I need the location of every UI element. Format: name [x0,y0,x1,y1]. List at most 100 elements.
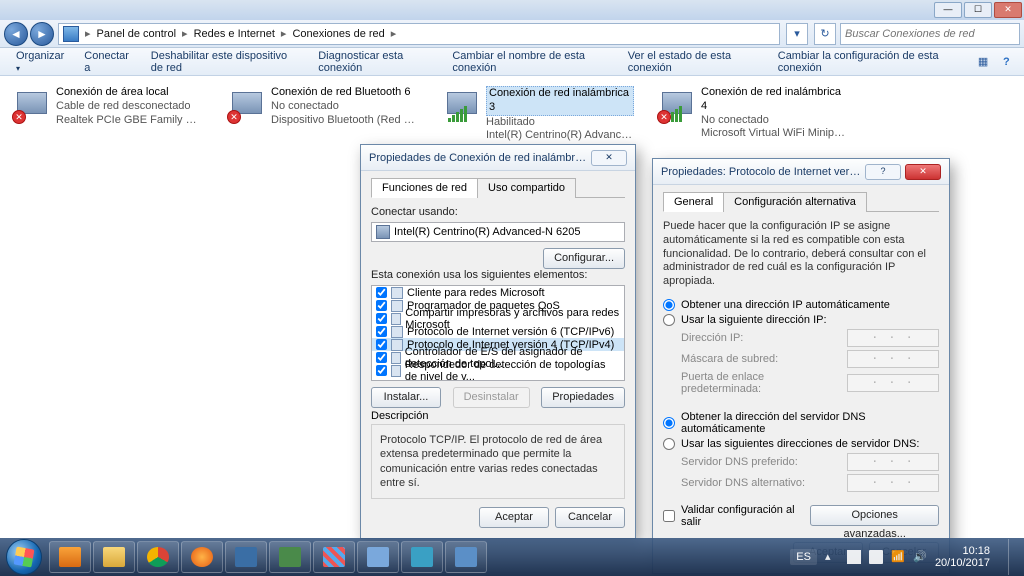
component-list[interactable]: Cliente para redes MicrosoftProgramador … [371,285,625,381]
cmd-organize[interactable]: Organizar [8,46,72,78]
component-icon [391,365,401,377]
adapter-item[interactable]: Conexión de red inalámbrica 3HabilitadoI… [444,86,629,143]
adapter-status: No conectado [271,100,419,114]
action-center-icon[interactable] [869,550,883,564]
tab-functions[interactable]: Funciones de red [371,178,478,198]
cmd-config[interactable]: Cambiar la configuración de esta conexió… [770,46,966,78]
component-label: Respondedor de detección de topologías d… [405,359,620,382]
checkbox-validate-on-exit[interactable]: Validar configuración al salir [663,504,810,528]
component-item[interactable]: Cliente para redes Microsoft [372,286,624,299]
show-desktop-button[interactable] [1008,539,1018,575]
component-icon [391,352,401,364]
ipv4-help-button[interactable]: ? [865,164,901,180]
input-dns-preferred: . . . [847,453,939,471]
component-checkbox[interactable] [376,365,387,376]
component-checkbox[interactable] [376,313,387,324]
adapter-device: Intel(R) Centrino(R) Advanced-N ... [486,129,634,143]
radio-dns-auto[interactable]: Obtener la dirección del servidor DNS au… [663,411,939,435]
network-icon[interactable]: 📶 [891,550,905,564]
taskbar-media-player[interactable] [49,541,91,573]
taskbar-explorer[interactable] [93,541,135,573]
search-input[interactable] [840,23,1020,45]
clock[interactable]: 10:1820/10/2017 [935,545,994,569]
close-button[interactable]: ✕ [994,2,1022,18]
taskbar-app-6[interactable] [445,541,487,573]
cmd-status[interactable]: Ver el estado de esta conexión [620,46,766,78]
install-button[interactable]: Instalar... [371,387,441,408]
label-gateway: Puerta de enlace predeterminada: [681,371,847,395]
history-dropdown-button[interactable]: ▾ [786,23,808,45]
accept-button[interactable]: Aceptar [479,507,549,528]
address-bar: ◄ ► ▸ Panel de control ▸ Redes e Interne… [0,20,1024,48]
dialog-close-button[interactable]: ✕ [591,150,627,166]
uses-label: Esta conexión usa los siguientes element… [371,269,625,281]
radio-ip-manual[interactable]: Usar la siguiente dirección IP: [663,314,939,326]
adapter-device: Microsoft Virtual WiFi Miniport A... [701,127,849,141]
nav-back-button[interactable]: ◄ [4,22,28,46]
start-button[interactable] [6,539,42,575]
tab-sharing[interactable]: Uso compartido [477,178,576,198]
configure-button[interactable]: Configurar... [543,248,625,269]
cmd-connect[interactable]: Conectar a [76,46,139,78]
maximize-button[interactable]: ☐ [964,2,992,18]
crumb-root[interactable]: Panel de control [93,28,181,40]
adapter-item[interactable]: ✕Conexión de red Bluetooth 6No conectado… [229,86,414,143]
adapter-name-field: Intel(R) Centrino(R) Advanced-N 6205 [371,222,625,242]
tab-alt-config[interactable]: Configuración alternativa [723,192,867,212]
adapter-status: No conectado [701,114,849,128]
taskbar-app-1[interactable] [225,541,267,573]
minimize-button[interactable]: — [934,2,962,18]
component-item[interactable]: Compartir impresoras y archivos para red… [372,312,624,325]
ipv4-intro: Puede hacer que la configuración IP se a… [663,220,939,289]
crumb-mid[interactable]: Redes e Internet [190,28,279,40]
nav-forward-button[interactable]: ► [30,22,54,46]
input-gateway: . . . [847,374,939,392]
breadcrumb[interactable]: ▸ Panel de control ▸ Redes e Internet ▸ … [58,23,780,45]
adapter-name: Conexión de red inalámbrica 3 [486,86,634,116]
advanced-options-button[interactable]: Opciones avanzadas... [810,505,939,526]
component-checkbox[interactable] [376,287,387,298]
adapter-device: Realtek PCIe GBE Family Controller [56,114,204,128]
input-ip-address: . . . [847,329,939,347]
adapter-item[interactable]: ✕Conexión de red inalámbrica 4No conecta… [659,86,844,143]
component-icon [391,287,403,299]
refresh-button[interactable]: ↻ [814,23,836,45]
component-checkbox[interactable] [376,352,387,363]
volume-icon[interactable]: 🔊 [913,550,927,564]
crumb-leaf[interactable]: Conexiones de red [288,28,388,40]
language-indicator[interactable]: ES [790,549,817,565]
taskbar-app-2[interactable] [269,541,311,573]
wifi-adapter-icon [444,86,480,122]
ethernet-adapter-icon: ✕ [229,86,265,122]
location-icon [63,26,79,42]
taskbar-app-5[interactable] [401,541,443,573]
radio-ip-auto[interactable]: Obtener una dirección IP automáticamente [663,299,939,311]
taskbar-firefox[interactable] [181,541,223,573]
adapter-item[interactable]: ✕Conexión de área localCable de red desc… [14,86,199,143]
help-icon[interactable]: ? [997,52,1016,72]
taskbar-app-4[interactable] [357,541,399,573]
ipv4-close-button[interactable]: ✕ [905,164,941,180]
cmd-diagnose[interactable]: Diagnosticar esta conexión [310,46,440,78]
tab-general[interactable]: General [663,192,724,212]
component-checkbox[interactable] [376,339,387,350]
properties-button[interactable]: Propiedades [541,387,625,408]
component-item[interactable]: Protocolo de Internet versión 6 (TCP/IPv… [372,325,624,338]
component-checkbox[interactable] [376,326,387,337]
description-label: Descripción [371,410,625,422]
adapter-device: Dispositivo Bluetooth (Red de áre... [271,114,419,128]
flag-icon[interactable] [847,550,861,564]
uninstall-button: Desinstalar [453,387,530,408]
adapter-name: Conexión de área local [56,86,204,100]
view-icon[interactable]: ▦ [973,52,992,72]
cancel-button[interactable]: Cancelar [555,507,625,528]
cmd-rename[interactable]: Cambiar el nombre de esta conexión [444,46,615,78]
cmd-disable[interactable]: Deshabilitar este dispositivo de red [143,46,306,78]
component-item[interactable]: Respondedor de detección de topologías d… [372,364,624,377]
component-checkbox[interactable] [376,300,387,311]
label-subnet-mask: Máscara de subred: [681,353,847,365]
taskbar-app-3[interactable] [313,541,355,573]
tray-up-icon[interactable]: ▴ [825,550,839,564]
taskbar-chrome[interactable] [137,541,179,573]
radio-dns-manual[interactable]: Usar las siguientes direcciones de servi… [663,438,939,450]
